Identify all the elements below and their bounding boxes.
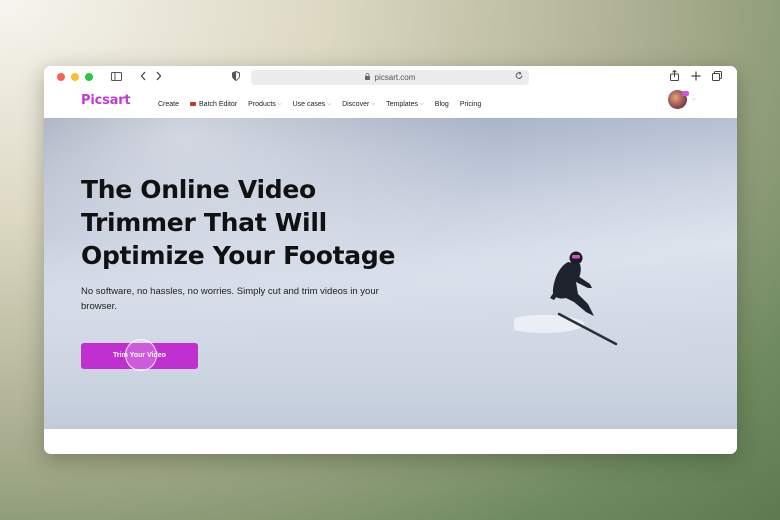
chevron-down-icon: ⌵ [277, 101, 282, 107]
nav-item-use-cases[interactable]: Use cases ⌵ [293, 101, 331, 108]
hero-section: The Online Video Trimmer That Will Optim… [44, 118, 737, 429]
address-bar[interactable]: picsart.com [251, 70, 529, 85]
zoom-window-button[interactable] [85, 73, 93, 81]
browser-window: picsart.com Picsart Create Batch Editor … [44, 66, 737, 454]
batch-editor-icon [190, 102, 197, 106]
main-nav: Create Batch Editor Products ⌵ Use cases ⌵… [158, 90, 492, 118]
chevron-down-icon[interactable]: ⌵ [692, 96, 696, 102]
page-bottom-area [44, 429, 737, 454]
close-window-button[interactable] [57, 73, 65, 81]
nav-label: Discover [342, 100, 370, 108]
nav-item-pricing[interactable]: Pricing [460, 101, 481, 108]
nav-label: Blog [434, 100, 449, 108]
minimize-window-button[interactable] [71, 73, 79, 81]
nav-label: Products [248, 100, 276, 108]
chevron-down-icon: ⌵ [327, 101, 332, 107]
share-icon[interactable] [670, 69, 679, 86]
shield-icon[interactable] [232, 70, 240, 86]
hero-title: The Online Video Trimmer That Will Optim… [81, 175, 396, 270]
nav-label: Use cases [292, 100, 326, 108]
nav-label: Create [158, 100, 180, 108]
reload-icon[interactable] [515, 70, 523, 85]
nav-label: Pricing [459, 100, 482, 108]
url-text: picsart.com [374, 73, 416, 82]
lock-icon [364, 73, 372, 82]
sidebar-icon[interactable] [111, 70, 122, 86]
plus-icon[interactable] [691, 70, 701, 86]
nav-item-discover[interactable]: Discover ⌵ [342, 101, 375, 108]
cursor-indicator [125, 339, 157, 371]
tabs-overview-icon[interactable] [712, 70, 722, 86]
nav-label: Batch Editor [199, 100, 238, 108]
nav-label: Templates [386, 100, 418, 108]
avatar-badge [682, 91, 689, 96]
chevron-down-icon: ⌵ [371, 101, 376, 107]
hero-subtitle: No software, no hassles, no worries. Sim… [81, 286, 379, 312]
nav-item-create[interactable]: Create [158, 101, 179, 108]
nav-item-blog[interactable]: Blog [435, 101, 449, 108]
nav-item-batch-editor[interactable]: Batch Editor [190, 101, 237, 108]
snowboarder-image [514, 251, 618, 346]
chevron-left-icon[interactable] [140, 70, 147, 86]
chevron-down-icon: ⌵ [420, 101, 424, 107]
picsart-logo[interactable]: Picsart [81, 93, 131, 108]
browser-toolbar: picsart.com [44, 66, 737, 90]
site-header: Picsart Create Batch Editor Products ⌵ Us… [44, 90, 737, 118]
nav-item-products[interactable]: Products ⌵ [248, 101, 281, 108]
chevron-right-icon[interactable] [155, 70, 162, 86]
nav-item-templates[interactable]: Templates ⌵ [386, 101, 424, 108]
